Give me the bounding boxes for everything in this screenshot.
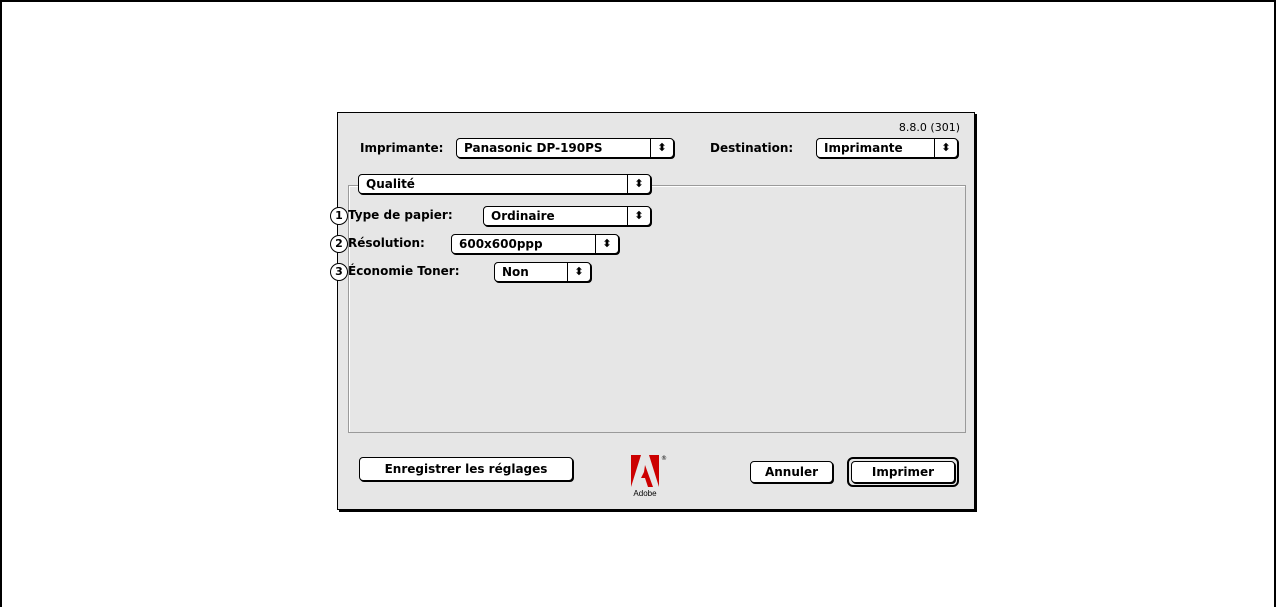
popup-arrow-icon: ⬍	[567, 263, 590, 281]
destination-label: Destination:	[710, 141, 794, 155]
section-popup[interactable]: Qualité ⬍	[358, 174, 651, 194]
popup-arrow-icon: ⬍	[650, 139, 673, 157]
toner-saving-value: Non	[502, 265, 529, 279]
printer-label: Imprimante:	[360, 141, 444, 155]
version-label: 8.8.0 (301)	[898, 121, 960, 134]
resolution-label: Résolution:	[348, 236, 425, 250]
option-row-paper-type: 1 Type de papier:	[330, 207, 453, 225]
destination-popup[interactable]: Imprimante ⬍	[816, 138, 958, 158]
callout-3: 3	[330, 263, 348, 281]
popup-arrow-icon: ⬍	[627, 207, 650, 225]
adobe-logo-icon	[631, 455, 659, 487]
destination-value: Imprimante	[824, 141, 903, 155]
adobe-logo: ® Adobe	[631, 455, 671, 499]
print-dialog: 8.8.0 (301) Imprimante: Panasonic DP-190…	[330, 112, 975, 510]
paper-type-popup[interactable]: Ordinaire ⬍	[483, 206, 651, 226]
popup-arrow-icon: ⬍	[595, 235, 618, 253]
paper-type-label: Type de papier:	[348, 208, 453, 222]
section-value: Qualité	[366, 177, 415, 191]
cancel-button[interactable]: Annuler	[750, 461, 833, 483]
adobe-logo-text: Adobe	[633, 489, 657, 498]
settings-panel	[348, 185, 966, 433]
paper-type-value: Ordinaire	[491, 209, 555, 223]
callout-2: 2	[330, 235, 348, 253]
toner-saving-popup[interactable]: Non ⬍	[494, 262, 591, 282]
resolution-value: 600x600ppp	[459, 237, 543, 251]
option-row-toner-saving: 3 Économie Toner:	[330, 263, 460, 281]
option-row-resolution: 2 Résolution:	[330, 235, 425, 253]
toner-saving-label: Économie Toner:	[348, 264, 460, 278]
popup-arrow-icon: ⬍	[934, 139, 957, 157]
callout-1: 1	[330, 207, 348, 225]
save-settings-button[interactable]: Enregistrer les réglages	[359, 457, 573, 481]
popup-arrow-icon: ⬍	[627, 175, 650, 193]
registered-mark: ®	[661, 455, 667, 462]
resolution-popup[interactable]: 600x600ppp ⬍	[451, 234, 619, 254]
printer-value: Panasonic DP-190PS	[464, 141, 603, 155]
printer-popup[interactable]: Panasonic DP-190PS ⬍	[456, 138, 674, 158]
print-button[interactable]: Imprimer	[851, 461, 955, 483]
